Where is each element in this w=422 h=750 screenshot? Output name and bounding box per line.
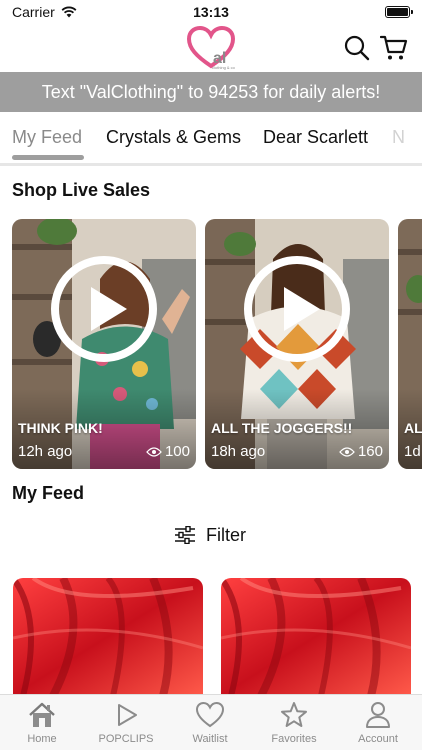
search-icon[interactable] xyxy=(343,34,371,62)
tab-crystals-gems[interactable]: Crystals & Gems xyxy=(106,127,241,148)
cart-icon[interactable] xyxy=(380,34,408,62)
tabs-divider xyxy=(0,163,422,166)
sms-alert-banner[interactable]: Text "ValClothing" to 94253 for daily al… xyxy=(0,72,422,112)
person-icon xyxy=(366,702,390,728)
logo-subtext: clothing & co xyxy=(212,65,236,70)
play-icon xyxy=(118,704,137,726)
tab-next-partial[interactable]: N xyxy=(392,127,405,148)
banner-text: Text "ValClothing" to 94253 for daily al… xyxy=(41,81,381,102)
live-sale-title: ALL THE JOGGERS!! xyxy=(211,420,353,436)
nav-home-label: Home xyxy=(27,733,57,745)
live-sale-time: 12h ago xyxy=(18,443,73,460)
live-sale-title: AL xyxy=(404,420,422,436)
play-icon[interactable] xyxy=(242,254,352,364)
home-icon xyxy=(29,702,55,727)
tab-my-feed[interactable]: My Feed xyxy=(12,127,82,148)
view-count: 100 xyxy=(146,443,190,460)
eye-icon xyxy=(146,446,162,457)
battery-icon xyxy=(385,6,413,18)
category-tabs: My Feed Crystals & Gems Dear Scarlett N xyxy=(0,112,422,164)
eye-icon xyxy=(339,446,355,457)
nav-waitlist-label: Waitlist xyxy=(192,733,228,745)
nav-favorites[interactable]: Favorites xyxy=(252,701,336,745)
filter-label: Filter xyxy=(206,524,246,545)
status-bar: Carrier xyxy=(0,0,422,24)
view-count-value: 100 xyxy=(164,443,190,460)
tab-dear-scarlett[interactable]: Dear Scarlett xyxy=(263,127,368,148)
live-sale-title: THINK PINK! xyxy=(18,420,103,436)
nav-home[interactable]: Home xyxy=(0,701,84,745)
product-image xyxy=(221,578,411,696)
app-header: al clothing & co xyxy=(0,24,422,72)
nav-favorites-label: Favorites xyxy=(271,733,317,745)
wifi-icon xyxy=(61,6,77,18)
view-count: 160 xyxy=(339,443,383,460)
live-sale-card[interactable]: AL 1d xyxy=(398,219,422,469)
live-sale-time: 18h ago xyxy=(211,443,266,460)
product-card[interactable] xyxy=(221,578,411,696)
active-tab-indicator xyxy=(12,155,84,160)
nav-account[interactable]: Account xyxy=(336,701,420,745)
nav-popclips-label: POPCLIPS xyxy=(98,733,154,745)
nav-popclips[interactable]: POPCLIPS xyxy=(84,701,168,745)
product-image xyxy=(13,578,203,696)
play-icon[interactable] xyxy=(49,254,159,364)
feed-heading: My Feed xyxy=(12,483,85,503)
live-sale-time: 1d xyxy=(404,443,421,460)
carrier-label: Carrier xyxy=(12,4,55,20)
live-sales-carousel: THINK PINK! 12h ago 100 ALL THE JOGGERS!… xyxy=(12,219,422,469)
star-icon xyxy=(281,702,307,727)
heart-icon xyxy=(195,701,225,728)
filter-button[interactable]: Filter xyxy=(174,520,246,550)
product-card[interactable] xyxy=(13,578,203,696)
nav-waitlist[interactable]: Waitlist xyxy=(168,701,252,745)
nav-account-label: Account xyxy=(358,733,398,745)
view-count-value: 160 xyxy=(357,443,383,460)
live-sale-card[interactable]: ALL THE JOGGERS!! 18h ago 160 xyxy=(205,219,389,469)
live-sale-card[interactable]: THINK PINK! 12h ago 100 xyxy=(12,219,196,469)
live-sales-heading: Shop Live Sales xyxy=(12,180,151,200)
val-logo[interactable]: al clothing & co xyxy=(186,26,236,70)
filter-icon xyxy=(175,526,195,544)
bottom-nav: Home POPCLIPS Waitlist Favorites Account xyxy=(0,694,422,750)
